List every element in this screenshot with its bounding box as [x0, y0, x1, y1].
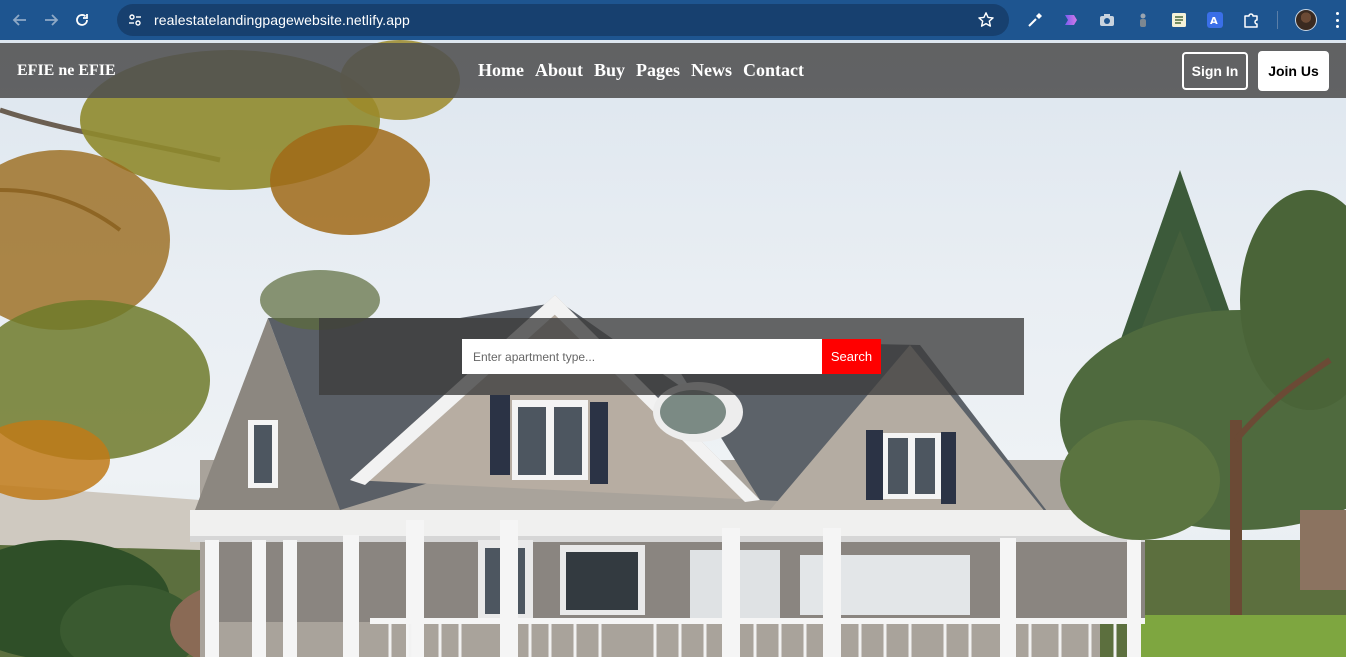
nav-buy[interactable]: Buy	[594, 60, 625, 81]
sign-in-button[interactable]: Sign In	[1182, 52, 1248, 90]
url-text[interactable]: realestatelandingpagewebsite.netlify.app	[154, 12, 410, 28]
arrow-right-icon	[45, 14, 59, 26]
join-us-button[interactable]: Join Us	[1258, 51, 1329, 91]
dot-icon	[1336, 12, 1339, 15]
nav-about[interactable]: About	[535, 60, 583, 81]
eyedropper-icon	[1028, 13, 1042, 27]
camera-icon	[1100, 14, 1114, 26]
extensions-button[interactable]	[1241, 10, 1261, 30]
arrow-left-icon	[12, 14, 26, 26]
browser-menu-button[interactable]	[1336, 12, 1340, 28]
back-button[interactable]	[8, 8, 32, 32]
site-navbar: EFIE ne EFIE Home About Buy Pages News C…	[0, 43, 1346, 98]
puzzle-icon	[1244, 13, 1258, 28]
gradient-extension[interactable]	[1061, 10, 1081, 30]
site-logo[interactable]: EFIE ne EFIE	[17, 62, 116, 80]
nav-news[interactable]: News	[691, 60, 732, 81]
figure-extension[interactable]	[1133, 10, 1153, 30]
forward-button[interactable]	[39, 8, 63, 32]
star-icon[interactable]	[977, 11, 995, 29]
browser-toolbar: realestatelandingpagewebsite.netlify.app…	[0, 0, 1346, 40]
reload-button[interactable]	[70, 8, 94, 32]
toolbar-divider	[1277, 11, 1278, 29]
dot-icon	[1336, 25, 1339, 28]
translate-extension[interactable]: A	[1205, 10, 1225, 30]
search-button[interactable]: Search	[822, 339, 881, 374]
apartment-search-input[interactable]	[462, 339, 822, 374]
gradient-extension-icon	[1065, 15, 1077, 25]
nav-pages[interactable]: Pages	[636, 60, 680, 81]
tune-icon	[129, 14, 141, 26]
address-bar[interactable]: realestatelandingpagewebsite.netlify.app	[117, 4, 1009, 36]
dot-icon	[1336, 18, 1339, 22]
reload-icon	[76, 14, 88, 26]
notes-extension[interactable]	[1169, 10, 1189, 30]
main-menu: Home About Buy Pages News Contact	[478, 60, 815, 81]
svg-text:A: A	[1210, 16, 1218, 27]
translate-icon: A	[1207, 12, 1223, 28]
camera-extension[interactable]	[1097, 10, 1117, 30]
eyedropper-extension[interactable]	[1025, 10, 1045, 30]
search-panel: Search	[319, 318, 1024, 395]
site-info-button[interactable]	[125, 10, 145, 30]
figure-icon	[1140, 13, 1146, 27]
nav-contact[interactable]: Contact	[743, 60, 804, 81]
nav-home[interactable]: Home	[478, 60, 524, 81]
notes-icon	[1172, 13, 1186, 27]
profile-avatar[interactable]	[1295, 9, 1317, 31]
